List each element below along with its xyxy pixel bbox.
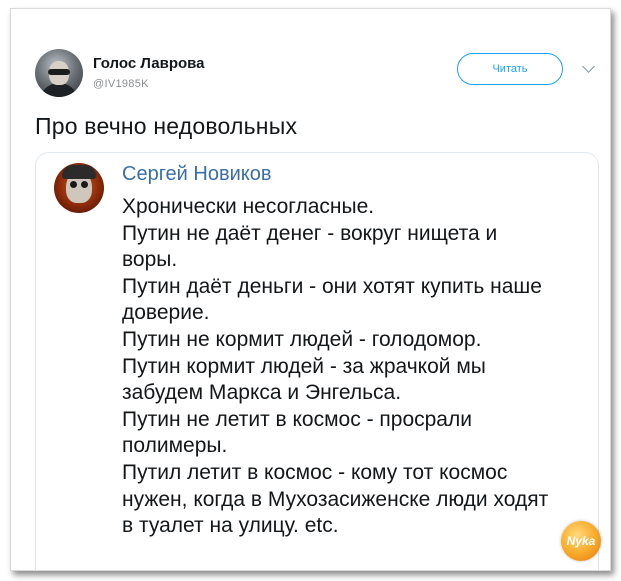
quoted-tweet-card[interactable]: Сергей Новиков Хронически несогласные. П… xyxy=(35,152,599,570)
watermark-logo: Nyka xyxy=(561,521,601,561)
user-avatar-icon[interactable] xyxy=(35,49,83,97)
quote-line: забудем Маркса и Энгельса. xyxy=(122,381,402,405)
quote-line: полимеры. xyxy=(122,434,228,458)
author-display-name[interactable]: Голос Лаврова xyxy=(93,55,205,72)
quote-line: Путил летит в космос - кому тот космос xyxy=(122,460,508,484)
quote-line: воры. xyxy=(122,248,178,272)
quote-line: в туалет на улицу. etc. xyxy=(122,514,339,538)
quote-line: Путин даёт деньги - они хотят купить наш… xyxy=(122,274,542,298)
quote-line: доверие. xyxy=(122,301,210,325)
quote-line: Путин не кормит людей - голодомор. xyxy=(122,327,482,351)
quote-line: Путин кормит людей - за жрачкой мы xyxy=(122,354,486,378)
quoted-author-name[interactable]: Сергей Новиков xyxy=(122,163,271,186)
quote-line: нужен, когда в Мухозасиженске люди ходят xyxy=(122,487,549,511)
follow-button[interactable]: Читать xyxy=(457,53,563,85)
quoted-tweet-body: Хронически несогласные. Путин не даёт де… xyxy=(122,194,592,540)
author-handle[interactable]: @IV1985K xyxy=(93,78,149,90)
skull-avatar-icon[interactable] xyxy=(54,163,104,213)
tweet-text: Про вечно недовольных xyxy=(35,113,298,139)
quote-line: Хронически несогласные. xyxy=(122,195,375,218)
quote-line: Путин не летит в космос - просрали xyxy=(122,407,472,431)
tweet-header: Голос Лаврова @IV1985K Читать xyxy=(35,49,595,105)
chevron-down-icon[interactable] xyxy=(582,60,595,73)
tweet-screenshot-frame: Голос Лаврова @IV1985K Читать Про вечно … xyxy=(10,8,611,571)
quote-line: Путин не даёт денег - вокруг нищета и xyxy=(122,221,498,245)
